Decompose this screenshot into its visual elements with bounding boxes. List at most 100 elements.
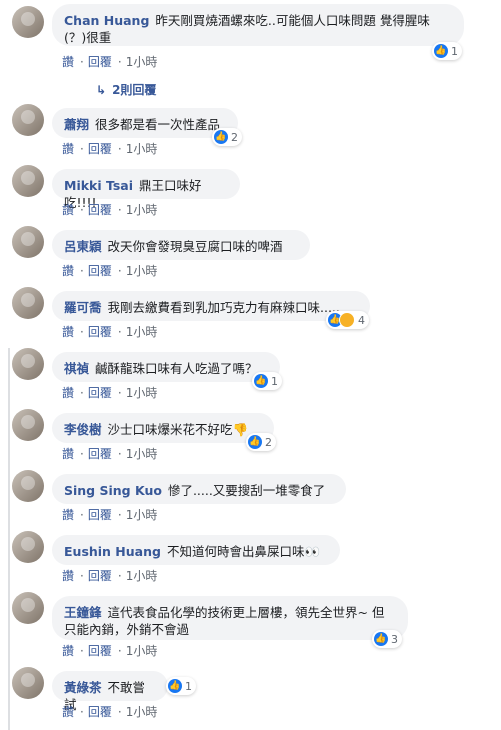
reaction-count[interactable]: 👍 1 <box>252 372 282 390</box>
comment-actions: 讚 · 回覆 · 1小時 <box>62 447 158 461</box>
comment-actions: 讚 · 回覆 · 1小時 <box>62 705 158 719</box>
commenter-name[interactable]: 祺禎 <box>64 361 89 376</box>
reply-button[interactable]: 回覆 <box>88 705 112 719</box>
comment-actions: 讚 · 回覆 · 1小時 <box>62 264 158 278</box>
avatar[interactable] <box>12 470 44 502</box>
comment-bubble: 李俊樹 沙士口味爆米花不好吃👎 <box>52 413 274 443</box>
timestamp[interactable]: 1小時 <box>126 447 158 461</box>
reply-button[interactable]: 回覆 <box>88 569 112 583</box>
comment-actions: 讚 · 回覆 · 1小時 <box>62 325 158 339</box>
haha-icon <box>339 312 355 328</box>
timestamp[interactable]: 1小時 <box>126 142 158 156</box>
comment-bubble: 王鐘鋒 這代表食品化學的技術更上層樓，領先全世界~ 但只能內銷，外銷不會過 <box>52 596 408 640</box>
comment-bubble: Sing Sing Kuo 慘了.....又要搜刮一堆零食了 <box>52 474 346 504</box>
avatar[interactable] <box>12 165 44 197</box>
comment-actions: 讚 · 回覆 · 1小時 <box>62 508 158 522</box>
comment-bubble: 黃綠茶 不敢嘗試 <box>52 671 168 712</box>
reply-button[interactable]: 回覆 <box>88 447 112 461</box>
commenter-name[interactable]: 蕭翔 <box>64 117 89 132</box>
like-button[interactable]: 讚 <box>62 55 74 69</box>
reply-button[interactable]: 回覆 <box>88 644 112 658</box>
comment-bubble: Mikki Tsai 鼎王口味好吃!!!! <box>52 169 240 210</box>
reaction-count[interactable]: 👍 2 <box>246 433 276 451</box>
avatar[interactable] <box>12 104 44 136</box>
comment-actions: 讚 · 回覆 · 1小時 <box>62 569 158 583</box>
like-button[interactable]: 讚 <box>62 203 74 217</box>
avatar[interactable] <box>12 409 44 441</box>
comment-bubble: 祺禎 鹹酥龍珠口味有人吃過了嗎？ <box>52 352 280 382</box>
reply-button[interactable]: 回覆 <box>88 325 112 339</box>
timestamp[interactable]: 1小時 <box>126 325 158 339</box>
timestamp[interactable]: 1小時 <box>126 705 158 719</box>
reply-button[interactable]: 回覆 <box>88 508 112 522</box>
avatar[interactable] <box>12 226 44 258</box>
comment-actions: 讚 · 回覆 · 1小時 <box>62 386 158 400</box>
timestamp[interactable]: 1小時 <box>126 508 158 522</box>
like-button[interactable]: 讚 <box>62 447 74 461</box>
like-button[interactable]: 讚 <box>62 325 74 339</box>
comment-actions: 讚 · 回覆 · 1小時 <box>62 55 158 69</box>
like-button[interactable]: 讚 <box>62 264 74 278</box>
comment-text: 我剛去繳費看到乳加巧克力有麻辣口味..... <box>107 300 340 315</box>
reply-button[interactable]: 回覆 <box>88 203 112 217</box>
comment-actions: 讚 · 回覆 · 1小時 <box>62 203 158 217</box>
like-icon: 👍 <box>168 679 182 693</box>
comment-text: 改天你會發現臭豆腐口味的啤酒 <box>107 239 283 254</box>
avatar[interactable] <box>12 348 44 380</box>
like-icon: 👍 <box>254 374 268 388</box>
like-button[interactable]: 讚 <box>62 705 74 719</box>
comment-actions: 讚 · 回覆 · 1小時 <box>62 142 158 156</box>
avatar[interactable] <box>12 6 44 38</box>
reaction-count[interactable]: 👍 1 <box>166 677 196 695</box>
commenter-name[interactable]: 呂東穎 <box>64 239 102 254</box>
timestamp[interactable]: 1小時 <box>126 569 158 583</box>
reply-button[interactable]: 回覆 <box>88 264 112 278</box>
commenter-name[interactable]: Sing Sing Kuo <box>64 483 162 498</box>
like-icon: 👍 <box>434 44 448 58</box>
commenter-name[interactable]: 羅可喬 <box>64 300 102 315</box>
comment-bubble: 呂東穎 改天你會發現臭豆腐口味的啤酒 <box>52 230 310 260</box>
timestamp[interactable]: 1小時 <box>126 55 158 69</box>
commenter-name[interactable]: 黃綠茶 <box>64 680 102 695</box>
commenter-name[interactable]: 王鐘鋒 <box>64 605 102 620</box>
commenter-name[interactable]: Chan Huang <box>64 13 149 28</box>
comment-text: 慘了.....又要搜刮一堆零食了 <box>167 483 326 498</box>
like-icon: 👍 <box>214 130 228 144</box>
reaction-count[interactable]: 👍 4 <box>326 311 369 329</box>
like-button[interactable]: 讚 <box>62 569 74 583</box>
avatar[interactable] <box>12 667 44 699</box>
comment-text: 沙士口味爆米花不好吃👎 <box>107 422 249 437</box>
reply-button[interactable]: 回覆 <box>88 386 112 400</box>
avatar[interactable] <box>12 287 44 319</box>
like-button[interactable]: 讚 <box>62 644 74 658</box>
comment-bubble: 蕭翔 很多都是看一次性產品 <box>52 108 238 138</box>
avatar[interactable] <box>12 531 44 563</box>
reply-button[interactable]: 回覆 <box>88 55 112 69</box>
comment-bubble: Chan Huang 昨天剛買燒酒螺來吃..可能個人口味問題 覺得腥味(？)很重 <box>52 4 464 46</box>
reaction-count[interactable]: 👍 1 <box>432 42 462 60</box>
comment-text: 鹹酥龍珠口味有人吃過了嗎？ <box>95 361 258 376</box>
reply-thread-line <box>8 348 10 730</box>
view-replies-link[interactable]: ↳ 2則回覆 <box>96 81 156 98</box>
like-button[interactable]: 讚 <box>62 508 74 522</box>
timestamp[interactable]: 1小時 <box>126 644 158 658</box>
comment-text: 不知道何時會出鼻屎口味👀 <box>166 544 321 559</box>
like-button[interactable]: 讚 <box>62 386 74 400</box>
like-icon: 👍 <box>374 632 388 646</box>
timestamp[interactable]: 1小時 <box>126 386 158 400</box>
reply-arrow-icon: ↳ <box>96 83 107 97</box>
reaction-count[interactable]: 👍 2 <box>212 128 242 146</box>
timestamp[interactable]: 1小時 <box>126 264 158 278</box>
reaction-count[interactable]: 👍 3 <box>372 630 402 648</box>
comment-text: 這代表食品化學的技術更上層樓，領先全世界~ 但只能內銷，外銷不會過 <box>64 605 385 637</box>
comment-bubble: 羅可喬 我剛去繳費看到乳加巧克力有麻辣口味..... <box>52 291 370 321</box>
commenter-name[interactable]: Eushin Huang <box>64 544 161 559</box>
avatar[interactable] <box>12 592 44 624</box>
commenter-name[interactable]: 李俊樹 <box>64 422 102 437</box>
like-button[interactable]: 讚 <box>62 142 74 156</box>
timestamp[interactable]: 1小時 <box>126 203 158 217</box>
commenter-name[interactable]: Mikki Tsai <box>64 178 133 193</box>
reply-button[interactable]: 回覆 <box>88 142 112 156</box>
like-icon: 👍 <box>248 435 262 449</box>
comment-actions: 讚 · 回覆 · 1小時 <box>62 644 158 658</box>
